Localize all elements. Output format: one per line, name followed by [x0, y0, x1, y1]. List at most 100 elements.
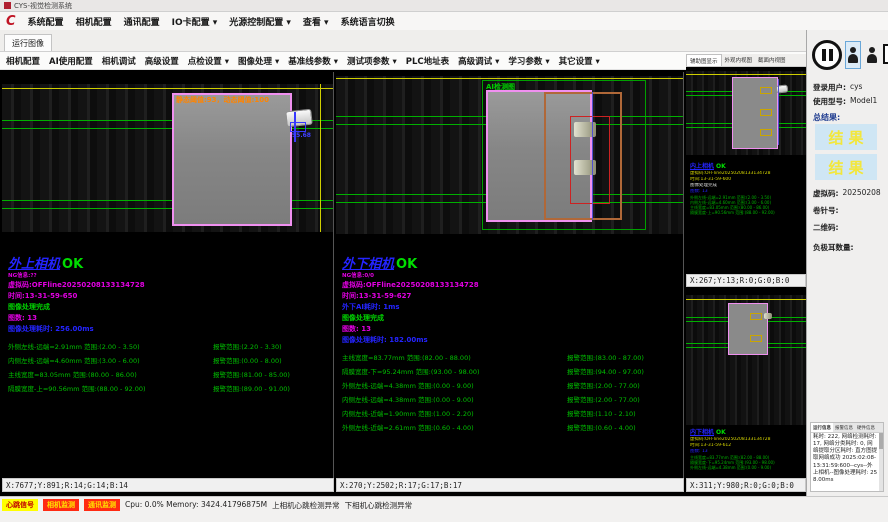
- thumb-tab-aux-view[interactable]: 辅助图显示: [686, 54, 722, 66]
- result-ok-badge: OK: [716, 163, 726, 170]
- camera-image-outer-lower[interactable]: AI检测图: [336, 76, 683, 234]
- tool-test-item-params[interactable]: 测试项参数 ▾: [347, 55, 397, 67]
- measurement-row: 隔膜宽度-上=90.56mm 范围:(88.00 - 92.00): [690, 210, 804, 215]
- pixel-readout-thumb2: X:311;Y:980;R:0;G:0;B:0: [686, 478, 806, 492]
- measure-blue-line: [778, 79, 779, 145]
- tool-plc-address-table[interactable]: PLC地址表: [406, 55, 449, 67]
- pause-icon: [822, 49, 826, 61]
- thumbnail-inner-lower[interactable]: 内下相机OK 虚拟码:OFFline20250208133134728 时间:1…: [686, 289, 806, 478]
- tool-camera-debug[interactable]: 相机调试: [102, 55, 136, 67]
- measure-callout-box: [750, 335, 762, 342]
- virtual-code-value: 20250208: [843, 188, 881, 199]
- tool-camera-config[interactable]: 相机配置: [6, 55, 40, 67]
- thumb-camera-image[interactable]: [686, 295, 806, 425]
- measure-callout-box: [760, 87, 772, 94]
- menu-bar: C 系统配置 相机配置 通讯配置 IO卡配置 ▾ 光源控制配置 ▾ 查看 ▾ 系…: [0, 12, 888, 30]
- process-status-line: 图像处理完成: [8, 302, 331, 313]
- elapsed-line: 图像处理耗时: 256.00ms: [8, 324, 331, 335]
- ng-info-line: NG信息:??: [8, 272, 331, 280]
- log-tab-runtime[interactable]: 运行信息: [811, 423, 833, 432]
- pixel-readout-thumb1: X:267;Y:13;R:0;G:0;B:0: [686, 274, 806, 287]
- frame-count-line: 图数: 13: [342, 324, 681, 335]
- total-result-label: 总结果:: [813, 112, 840, 123]
- log-panel: 运行信息 报警信息 硬件信息 耗时: 222, 网络检测耗时: 17, 网络分类…: [810, 422, 884, 492]
- measurement-row: 主线宽度=83.77mm 范围:(82.00 - 88.00)报警范围:(83.…: [342, 350, 681, 364]
- pause-button[interactable]: [812, 40, 842, 70]
- menu-item-light-control[interactable]: 光源控制配置 ▾: [229, 15, 291, 28]
- tool-advanced-settings[interactable]: 高级设置: [145, 55, 179, 67]
- electrode-tab-object: [764, 313, 772, 319]
- tab-run-image[interactable]: 运行图像: [4, 34, 52, 51]
- tool-ai-usage-config[interactable]: AI使用配置: [49, 55, 93, 67]
- menu-item-language-switch[interactable]: 系统语言切换: [341, 15, 395, 28]
- measurement-value: 隔膜宽度-上=90.56mm 范围:(88.00 - 92.00): [8, 383, 213, 393]
- measure-callout-box: [760, 129, 772, 136]
- measurement-row: 内侧左线-近端=1.90mm 范围:(1.00 - 2.20)报警范围:(1.1…: [342, 406, 681, 420]
- measurement-row: 外侧左线-远端=4.38mm 范围:(0.00 - 9.00): [690, 465, 804, 470]
- menu-item-view[interactable]: 查看 ▾: [303, 15, 329, 28]
- camera-panel-outer-upper: 静态阈值:93，动态阈值:100 95.68 外上相机OK NG信息:?? 虚拟…: [2, 72, 334, 478]
- time-line: 时间:13-31-59-650: [8, 291, 331, 302]
- log-scrollbar[interactable]: [879, 433, 883, 491]
- login-user-row: 登录用户: cys: [813, 82, 862, 93]
- thumb-tab-outer-view[interactable]: 外观内视图: [722, 54, 756, 66]
- tool-spot-check[interactable]: 点检设置 ▾: [188, 55, 229, 67]
- alarm-range: 报警范围:(2.00 - 77.00): [567, 380, 640, 390]
- tool-learning-params[interactable]: 学习参数 ▾: [508, 55, 549, 67]
- measure-blue-line: [592, 92, 593, 220]
- result-ok-badge: OK: [716, 429, 726, 436]
- brand-logo-icon: C: [6, 15, 16, 28]
- user-icon: [848, 47, 858, 64]
- tool-image-processing[interactable]: 图像处理 ▾: [238, 55, 279, 67]
- tool-baseline-params[interactable]: 基准线参数 ▾: [288, 55, 338, 67]
- log-scrollbar-thumb[interactable]: [879, 433, 883, 449]
- time-line: 时间:13-31-59-627: [342, 291, 681, 302]
- thumb-tab-section-view[interactable]: 截面内视图: [755, 54, 789, 66]
- tool-other-settings[interactable]: 其它设置 ▾: [559, 55, 600, 67]
- camera-image-outer-upper[interactable]: 静态阈值:93，动态阈值:100 95.68: [2, 84, 333, 232]
- measurement-value: 外侧左线-远端=4.38mm 范围:(0.00 - 9.00): [342, 380, 567, 390]
- thumbnail-inner-upper[interactable]: 内上相机OK 虚拟码:OFFline20250208133134728 时间:1…: [686, 67, 806, 274]
- user-icon: [867, 47, 877, 64]
- menu-item-io-card-config[interactable]: IO卡配置 ▾: [172, 15, 218, 28]
- threshold-overlay-text: 静态阈值:93，动态阈值:100: [176, 95, 269, 105]
- result-ok-badge: OK: [396, 257, 417, 272]
- logout-button[interactable]: →: [883, 44, 888, 66]
- alarm-range: 报警范围:(0.60 - 4.00): [567, 422, 636, 432]
- log-tab-alarm[interactable]: 报警信息: [833, 423, 855, 432]
- frame-count-line: 图数: 13: [8, 313, 331, 324]
- measurement-row: 内侧左线-远端=4.60mm 范围:(3.00 - 6.00)报警范围:(0.0…: [8, 353, 331, 367]
- exit-door-icon: [883, 44, 888, 64]
- alarm-range: 报警范围:(1.10 - 2.10): [567, 408, 636, 418]
- upper-camera-heartbeat-message: 上相机心跳检测异常: [272, 499, 340, 511]
- menu-item-comm-config[interactable]: 通讯配置: [124, 15, 160, 28]
- control-button-row: →: [812, 40, 888, 70]
- menu-item-system-config[interactable]: 系统配置: [28, 15, 64, 28]
- ng-info-line: NG信息:0/0: [342, 272, 681, 280]
- measurement-value: 内侧左线-远端=4.38mm 范围:(0.00 - 9.00): [342, 394, 567, 404]
- elapsed-line: 图像处理耗时: 182.00ms: [342, 335, 681, 346]
- virtual-code-label: 虚拟码:: [813, 188, 839, 199]
- camera-name: 外上相机: [8, 257, 60, 272]
- tool-advanced-debug[interactable]: 高级调试 ▾: [458, 55, 499, 67]
- process-status-line: 图像处理完成: [342, 313, 681, 324]
- current-user-button[interactable]: [845, 41, 861, 69]
- log-tab-hardware[interactable]: 硬件信息: [855, 423, 877, 432]
- tab-strip: 运行图像: [0, 30, 806, 52]
- thumb-result-block: 内下相机OK 虚拟码:OFFline20250208133134728 时间:1…: [690, 429, 804, 470]
- measure-value-label: 95.68: [292, 132, 311, 139]
- thumb-camera-image[interactable]: [686, 71, 806, 155]
- measurement-row: 主线宽度=83.05mm 范围:(80.00 - 86.00)报警范围:(81.…: [8, 367, 331, 381]
- result-display-1: 结果: [815, 124, 877, 150]
- switch-user-button[interactable]: [864, 41, 880, 69]
- measurement-value: 外侧左线-远端=2.91mm 范围:(2.00 - 3.50): [8, 341, 213, 351]
- measure-blue-box: [290, 122, 306, 132]
- camera-name: 内上相机: [690, 163, 714, 170]
- measurement-value: 主线宽度=83.05mm 范围:(80.00 - 86.00): [8, 369, 213, 379]
- measurement-value: 内侧左线-远端=4.60mm 范围:(3.00 - 6.00): [8, 355, 213, 365]
- cpu-memory-readout: Cpu: 0.0% Memory: 3424.41796875M: [125, 499, 267, 509]
- menu-item-camera-config[interactable]: 相机配置: [76, 15, 112, 28]
- camera-monitor-badge: 相机监测: [43, 499, 79, 511]
- measurement-row: 内侧左线-远端=4.38mm 范围:(0.00 - 9.00)报警范围:(2.0…: [342, 392, 681, 406]
- baseline-yellow-line: [336, 78, 683, 79]
